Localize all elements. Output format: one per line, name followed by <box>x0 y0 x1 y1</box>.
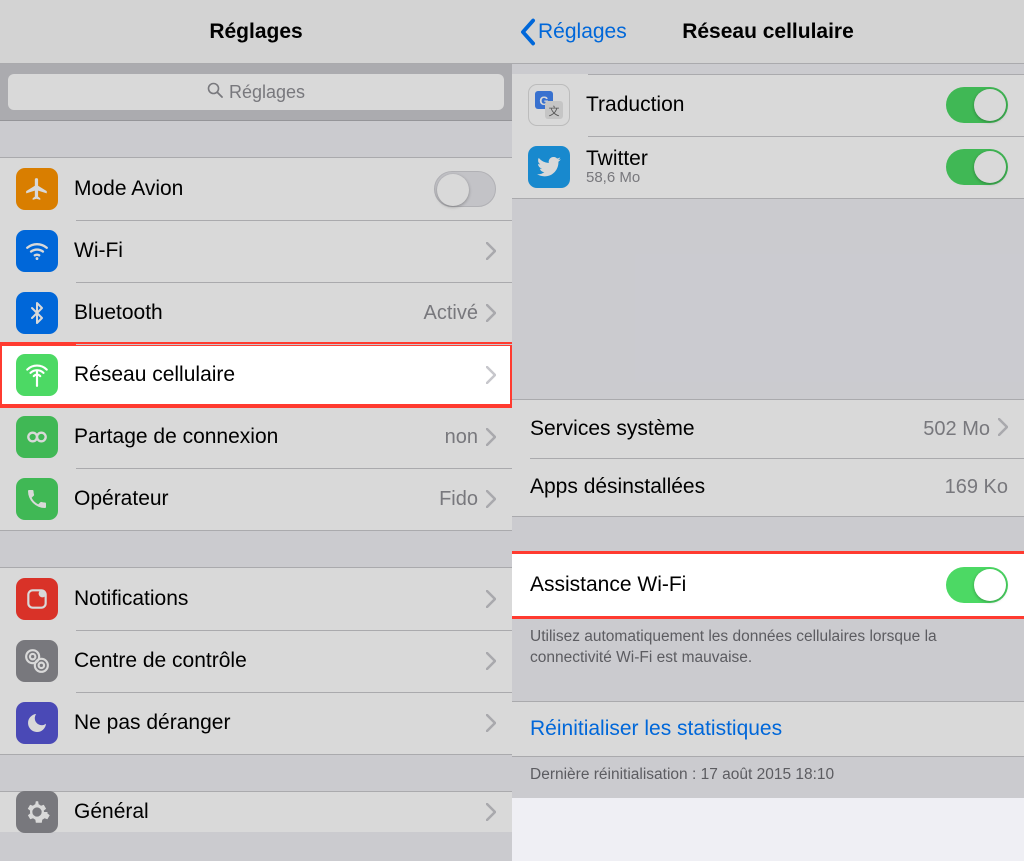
hotspot-value: non <box>445 426 478 449</box>
search-input[interactable]: Réglages <box>8 74 504 110</box>
translate-app-icon: G文 <box>528 84 570 126</box>
settings-group-connectivity: Mode Avion Wi-Fi Bluetooth Activé Réseau… <box>0 157 512 531</box>
chevron-icon <box>486 428 496 446</box>
left-header: Réglages <box>0 0 512 64</box>
app-name: Twitter <box>586 147 946 170</box>
search-container: Réglages <box>0 64 512 121</box>
twitter-toggle[interactable] <box>946 149 1008 185</box>
wifi-assist-toggle[interactable] <box>946 567 1008 603</box>
last-reset-text: Dernière réinitialisation : 17 août 2015… <box>512 757 1024 798</box>
back-button[interactable]: Réglages <box>520 0 627 63</box>
svg-text:文: 文 <box>549 104 560 118</box>
cellular-label: Réseau cellulaire <box>74 363 486 387</box>
search-placeholder: Réglages <box>229 82 305 103</box>
phone-icon <box>16 478 58 520</box>
wifi-assist-group: Assistance Wi-Fi <box>512 553 1024 617</box>
traduction-toggle[interactable] <box>946 87 1008 123</box>
uninstalled-value: 169 Ko <box>945 476 1008 499</box>
app-data-size: 58,6 Mo <box>586 170 946 187</box>
chevron-left-icon <box>520 18 536 46</box>
gear-icon <box>16 791 58 833</box>
apps-data-group: G文 Traduction Twitter 58,6 Mo <box>512 74 1024 199</box>
hotspot-icon <box>16 416 58 458</box>
chevron-icon <box>998 418 1008 441</box>
system-data-group: Services système 502 Mo Apps désinstallé… <box>512 399 1024 517</box>
settings-group-alerts: Notifications Centre de contrôle Ne pas … <box>0 567 512 755</box>
chevron-icon <box>486 304 496 322</box>
row-bluetooth[interactable]: Bluetooth Activé <box>0 282 512 344</box>
chevron-icon <box>486 714 496 732</box>
system-services-label: Services système <box>530 417 923 441</box>
hotspot-label: Partage de connexion <box>74 425 445 449</box>
bluetooth-label: Bluetooth <box>74 301 424 325</box>
search-icon <box>207 82 229 103</box>
carrier-label: Opérateur <box>74 487 439 511</box>
bluetooth-value: Activé <box>424 302 478 325</box>
chevron-icon <box>486 590 496 608</box>
notifications-icon <box>16 578 58 620</box>
uninstalled-label: Apps désinstallées <box>530 475 945 499</box>
page-title: Réglages <box>209 20 302 44</box>
row-wifi[interactable]: Wi-Fi <box>0 220 512 282</box>
control-center-icon <box>16 640 58 682</box>
airplane-toggle[interactable] <box>434 171 496 207</box>
airplane-label: Mode Avion <box>74 177 434 201</box>
bluetooth-icon <box>16 292 58 334</box>
cellular-icon <box>16 354 58 396</box>
app-row-traduction[interactable]: G文 Traduction <box>512 74 1024 136</box>
row-airplane-mode[interactable]: Mode Avion <box>0 158 512 220</box>
airplane-icon <box>16 168 58 210</box>
page-title: Réseau cellulaire <box>682 20 854 44</box>
settings-group-general: Général <box>0 791 512 832</box>
row-control-center[interactable]: Centre de contrôle <box>0 630 512 692</box>
row-general[interactable]: Général <box>0 792 512 832</box>
app-name: Traduction <box>586 93 946 116</box>
row-system-services[interactable]: Services système 502 Mo <box>512 400 1024 458</box>
notifications-label: Notifications <box>74 587 486 611</box>
row-wifi-assist[interactable]: Assistance Wi-Fi <box>512 554 1024 616</box>
right-header: Réglages Réseau cellulaire <box>512 0 1024 64</box>
twitter-app-icon <box>528 146 570 188</box>
row-dnd[interactable]: Ne pas déranger <box>0 692 512 754</box>
row-hotspot[interactable]: Partage de connexion non <box>0 406 512 468</box>
carrier-value: Fido <box>439 488 478 511</box>
chevron-icon <box>486 652 496 670</box>
cellular-settings-pane: Réglages Réseau cellulaire G文 Traduction <box>512 0 1024 861</box>
wifi-icon <box>16 230 58 272</box>
reset-stats-label: Réinitialiser les statistiques <box>530 717 782 741</box>
chevron-icon <box>486 490 496 508</box>
row-notifications[interactable]: Notifications <box>0 568 512 630</box>
wifi-assist-label: Assistance Wi-Fi <box>530 573 946 597</box>
back-label: Réglages <box>538 20 627 44</box>
row-reset-stats[interactable]: Réinitialiser les statistiques <box>512 701 1024 757</box>
row-carrier[interactable]: Opérateur Fido <box>0 468 512 530</box>
chevron-icon <box>486 803 496 821</box>
wifi-label: Wi-Fi <box>74 239 486 263</box>
chevron-icon <box>486 366 496 384</box>
settings-root-pane: Réglages Réglages Mode Avion Wi-Fi <box>0 0 512 861</box>
app-row-twitter[interactable]: Twitter 58,6 Mo <box>512 136 1024 198</box>
wifi-assist-description: Utilisez automatiquement les données cel… <box>512 617 1024 673</box>
system-services-value: 502 Mo <box>923 418 990 441</box>
chevron-icon <box>486 242 496 260</box>
dnd-label: Ne pas déranger <box>74 711 486 735</box>
control-center-label: Centre de contrôle <box>74 649 486 673</box>
row-cellular[interactable]: Réseau cellulaire <box>0 344 512 406</box>
moon-icon <box>16 702 58 744</box>
general-label: Général <box>74 800 486 824</box>
row-uninstalled-apps: Apps désinstallées 169 Ko <box>512 458 1024 516</box>
